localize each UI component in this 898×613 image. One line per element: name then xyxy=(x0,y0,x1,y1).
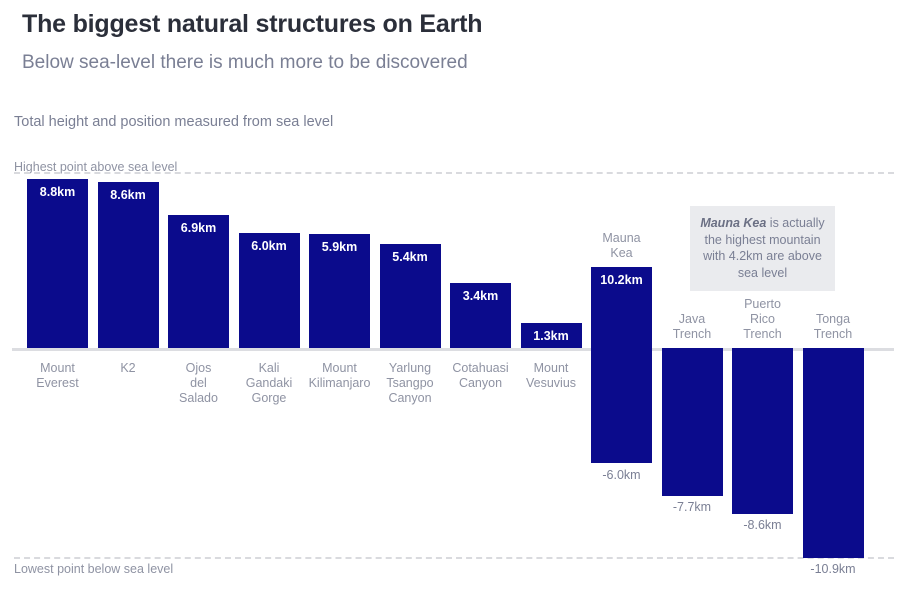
bar-value-mount-kilimanjaro: 5.9km xyxy=(321,240,358,255)
axis-label-lowest-point: Lowest point below sea level xyxy=(14,562,174,576)
bar-value-mauna-kea: 10.2km xyxy=(600,273,643,288)
bar-value-cotahuasi-canyon: 3.4km xyxy=(462,288,499,303)
bar-tonga-trench[interactable] xyxy=(802,348,864,558)
bar-value-yarlung-tsangpo-canyon: 5.4km xyxy=(392,250,428,265)
bar-value-tonga-trench: -10.9km xyxy=(810,561,856,576)
bar-value-mount-vesuvius: 1.3km xyxy=(533,328,569,343)
bar-mauna-kea[interactable] xyxy=(591,267,652,464)
category-label-mount-vesuvius: Mount Vesuvius xyxy=(525,361,577,390)
bar-value-mount-everest: 8.8km xyxy=(39,184,76,199)
bar-value-puerto-rico-trench: -8.6km xyxy=(743,517,782,532)
gridline-highest-point xyxy=(14,172,894,174)
bar-puerto-rico-trench[interactable] xyxy=(732,348,793,514)
bar-depth-mauna-kea: -6.0km xyxy=(602,467,641,482)
bar-k2[interactable] xyxy=(97,182,159,348)
category-label-tonga-trench: Tonga Trench xyxy=(813,312,853,341)
bar-value-java-trench: -7.7km xyxy=(672,500,712,515)
bar-mount-everest[interactable] xyxy=(27,178,88,348)
bar-chart-plot: Highest point above sea level Lowest poi… xyxy=(0,0,898,613)
mauna-kea-annotation: Mauna Kea is actually the highest mounta… xyxy=(690,206,835,291)
bar-value-kali-gandaki-gorge: 6.0km xyxy=(251,238,287,253)
bar-value-ojos-del-salado: 6.9km xyxy=(180,221,217,236)
bar-java-trench[interactable] xyxy=(661,348,723,497)
annotation-emphasis: Mauna Kea xyxy=(700,216,767,230)
category-label-mauna-kea: Mauna Kea xyxy=(602,231,641,261)
bar-value-k2: 8.6km xyxy=(110,188,146,203)
gridline-lowest-point xyxy=(14,557,894,559)
